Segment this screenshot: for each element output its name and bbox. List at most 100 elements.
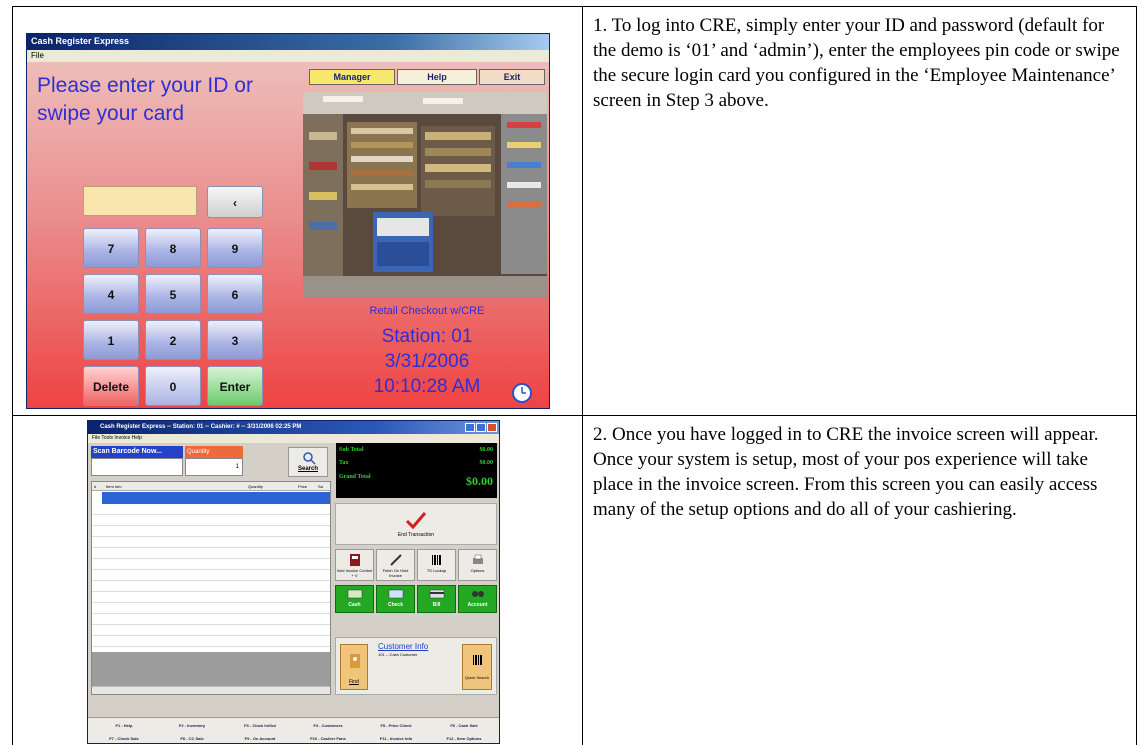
customer-panel: Find Customer Info 101 -- Cash Customer …: [335, 637, 497, 695]
bill-label: Bill: [432, 602, 441, 608]
fetch-hold-button[interactable]: Fetch On Hold Invoice: [376, 549, 415, 581]
key-1[interactable]: 1: [83, 320, 139, 360]
invoice-menu-bar[interactable]: File Tools Invoice Help: [88, 434, 499, 443]
instruction-text-1: 1. To log into CRE, simply enter your ID…: [593, 15, 1120, 111]
account-icon: [471, 591, 484, 597]
check-button[interactable]: Check: [376, 585, 415, 613]
horizontal-scrollbar[interactable]: [92, 686, 330, 694]
pin-display[interactable]: [83, 186, 197, 216]
key-0[interactable]: 0: [145, 366, 201, 406]
fkey-f12[interactable]: F12 - Item Options: [430, 732, 498, 743]
fkey-f6[interactable]: F6 - Cash Sale: [430, 719, 498, 732]
fkey-f4[interactable]: F4 - Customers: [294, 719, 362, 732]
scan-barcode-label: Scan Barcode Now...: [91, 446, 183, 458]
search-label: Search: [297, 466, 318, 472]
function-key-bar: F1 - Help F2 - Inventory F3 - Clock In/O…: [88, 717, 499, 743]
grand-total-label: Grand Total: [339, 474, 371, 480]
key-3[interactable]: 3: [207, 320, 263, 360]
selected-row[interactable]: [102, 492, 330, 504]
key-5[interactable]: 5: [145, 274, 201, 314]
grand-total-value: $0.00: [466, 474, 493, 488]
manager-button[interactable]: Manager: [309, 69, 395, 85]
fkey-f11[interactable]: F11 - Invoice Info: [362, 732, 430, 743]
find-label: Find: [349, 679, 359, 685]
quantity-input[interactable]: 1: [185, 458, 243, 476]
end-transaction-label: End Transaction: [397, 532, 435, 538]
fkey-f3[interactable]: F3 - Clock In/Out: [226, 719, 294, 732]
store-photo-graphic: [303, 92, 547, 298]
cash-button[interactable]: Cash: [335, 585, 374, 613]
key-6[interactable]: 6: [207, 274, 263, 314]
delete-key[interactable]: Delete: [83, 366, 139, 406]
quick-search-button[interactable]: Quick Search: [462, 644, 492, 690]
account-label: Account: [467, 602, 488, 608]
maximize-icon[interactable]: [476, 423, 486, 432]
account-button[interactable]: Account: [458, 585, 497, 613]
quick-search-label: Quick Search: [464, 675, 489, 680]
bill-button[interactable]: Bill: [417, 585, 456, 613]
find-customer-button[interactable]: Find: [340, 644, 368, 690]
window-controls: [465, 423, 497, 432]
cash-icon: [347, 589, 362, 599]
end-transaction-button[interactable]: End Transaction: [335, 503, 497, 545]
backspace-key[interactable]: ‹: [207, 186, 263, 218]
fkey-f5[interactable]: F5 - Price Check: [362, 719, 430, 732]
time-label: 10:10:28 AM: [373, 376, 481, 397]
fkey-f8[interactable]: F8 - CC Sale: [158, 732, 226, 743]
login-menu-file[interactable]: File: [27, 50, 549, 62]
scan-barcode-input[interactable]: [91, 458, 183, 476]
key-9[interactable]: 9: [207, 228, 263, 268]
fkey-f9[interactable]: F9 - On Account: [226, 732, 294, 743]
login-screenshot: Cash Register Express File Please enter …: [26, 33, 550, 409]
grid-col-num: #: [94, 484, 97, 489]
ts-lookup-button[interactable]: TS Lookup: [417, 549, 456, 581]
options-button[interactable]: Options: [458, 549, 497, 581]
enter-key[interactable]: Enter: [207, 366, 263, 406]
grid-rows: [92, 504, 330, 654]
fkey-f2[interactable]: F2 - Inventory: [158, 719, 226, 732]
login-panel: Please enter your ID or swipe your card …: [27, 62, 549, 408]
void-icon: [349, 554, 360, 566]
station-label: Station: 01: [381, 326, 473, 347]
customer-info-link[interactable]: Customer Info: [378, 642, 428, 651]
fetch-hold-label: Fetch On Hold Invoice: [382, 568, 409, 578]
close-icon[interactable]: [487, 423, 497, 432]
login-window-title: Cash Register Express: [27, 34, 549, 50]
minimize-icon[interactable]: [465, 423, 475, 432]
photo-caption: Retail Checkout w/CRE: [369, 305, 485, 317]
tax-label: Tax: [339, 460, 349, 466]
totals-panel: Sub Total $0.00 Tax $0.00 Grand Total $0.00: [336, 443, 497, 498]
checkmark-icon: [405, 512, 427, 530]
exit-button[interactable]: Exit: [479, 69, 545, 85]
search-button[interactable]: Search: [288, 447, 328, 477]
invoice-grid[interactable]: # Item Info Quantity Price Sa: [91, 481, 331, 695]
sub-total-label: Sub Total: [339, 447, 364, 453]
fkey-f10[interactable]: F10 - Cashier Fans: [294, 732, 362, 743]
key-4[interactable]: 4: [83, 274, 139, 314]
key-2[interactable]: 2: [145, 320, 201, 360]
clock-icon[interactable]: [511, 382, 533, 404]
barcode-icon: [431, 555, 441, 565]
grid-header: # Item Info Quantity Price Sa: [92, 482, 330, 491]
key-7[interactable]: 7: [83, 228, 139, 268]
fkey-f1[interactable]: F1 - Help: [90, 719, 158, 732]
sub-total-value: $0.00: [479, 447, 494, 453]
login-prompt: Please enter your ID or swipe your card: [37, 74, 253, 125]
grid-col-sa: Sa: [318, 484, 323, 489]
store-photo: [303, 92, 547, 298]
printer-icon: [472, 554, 483, 564]
options-label: Options: [470, 568, 485, 573]
instruction-step-2: 2. Once you have logged in to CRE the in…: [582, 415, 1137, 745]
invoice-window-title: Cash Register Express -- Station: 01 -- …: [88, 421, 499, 434]
cash-label: Cash: [348, 602, 361, 608]
key-8[interactable]: 8: [145, 228, 201, 268]
invoice-title-text: Cash Register Express -- Station: 01 -- …: [100, 424, 302, 430]
barcode-icon: [473, 655, 482, 665]
help-button[interactable]: Help: [397, 69, 477, 85]
fkey-f7[interactable]: F7 - Check Sale: [90, 732, 158, 743]
grid-empty-area: [92, 652, 330, 686]
grid-col-price: Price: [298, 484, 308, 489]
void-invoice-button[interactable]: Void Invoice Control + V: [335, 549, 374, 581]
check-icon: [388, 589, 403, 599]
void-invoice-label: Void Invoice Control + V: [336, 568, 373, 578]
